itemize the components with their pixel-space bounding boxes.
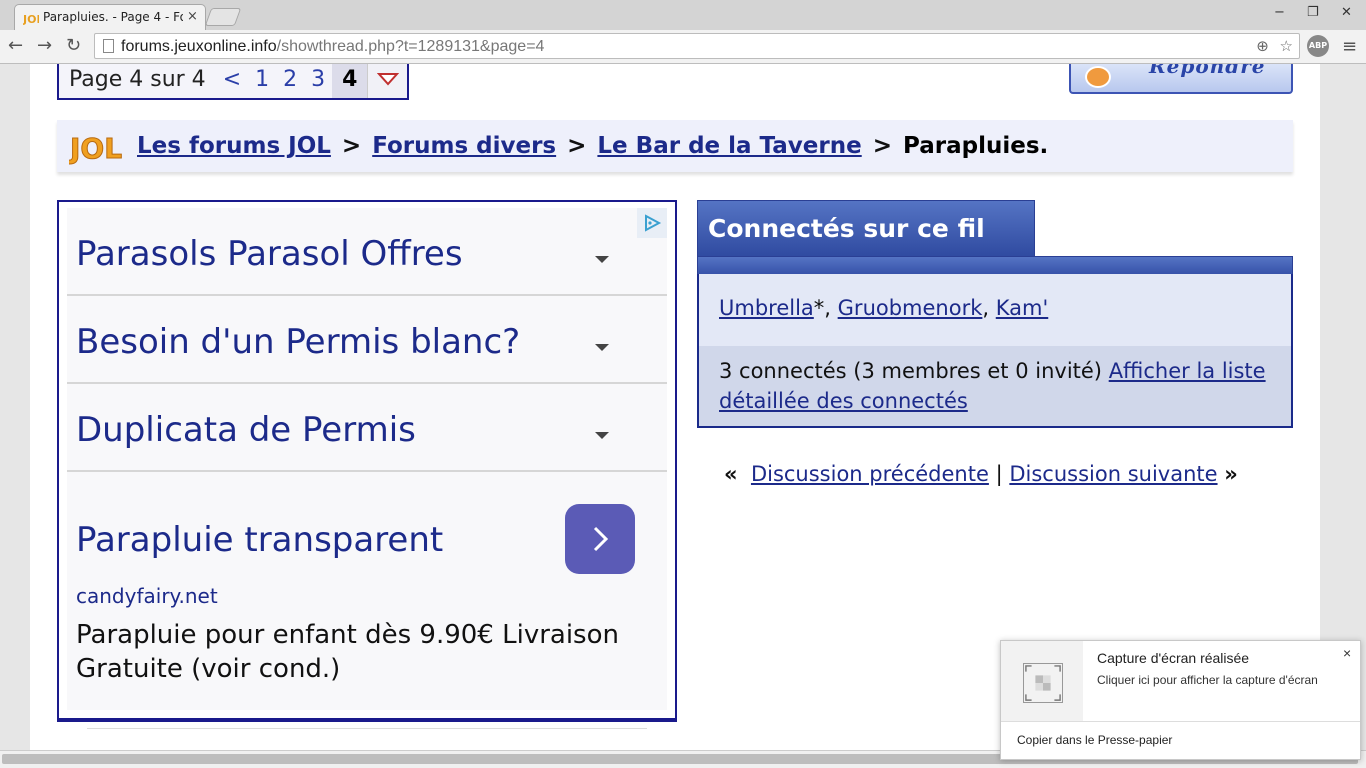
- ad-go-button[interactable]: [565, 504, 635, 574]
- screenshot-icon: [1023, 663, 1063, 703]
- pagination-page-2[interactable]: 2: [276, 64, 304, 98]
- ad-row-parasols[interactable]: Parasols Parasol Offres: [67, 208, 667, 296]
- reply-arrow-icon: [1085, 66, 1111, 88]
- breadcrumb-current: Parapluies.: [903, 133, 1049, 159]
- breadcrumb-forums-divers[interactable]: Forums divers: [372, 133, 556, 159]
- restore-icon[interactable]: ❐: [1307, 5, 1319, 20]
- svg-text:JOL: JOL: [69, 132, 122, 165]
- notification-title: Capture d'écran réalisée: [1097, 650, 1250, 666]
- online-user-link[interactable]: Umbrella: [719, 296, 814, 320]
- address-bar[interactable]: forums.jeuxonline.info/showthread.php?t=…: [94, 33, 1300, 59]
- ad-main-title[interactable]: Parapluie transparent: [76, 520, 443, 560]
- pagination: Page 4 sur 4 < 1 2 3 4: [57, 64, 410, 100]
- right-guillemet: »: [1224, 462, 1238, 486]
- online-panel-title: Connectés sur ce fil: [697, 200, 1035, 258]
- reply-button-label: Répondre: [1149, 64, 1266, 78]
- divider: [87, 728, 647, 729]
- online-panel-header-bar: [697, 256, 1293, 276]
- ad-content: Parasols Parasol Offres Besoin d'un Perm…: [67, 208, 667, 710]
- ad-row-permis-blanc[interactable]: Besoin d'un Permis blanc?: [67, 296, 667, 384]
- ad-description: Parapluie pour enfant dès 9.90€ Livraiso…: [76, 620, 619, 684]
- svg-text:JOL: JOL: [23, 13, 39, 25]
- user-suffix: *: [813, 296, 825, 320]
- chevron-right-icon: [593, 526, 609, 552]
- thread-navigation: « Discussion précédente | Discussion sui…: [724, 462, 1238, 486]
- screenshot-notification[interactable]: Capture d'écran réalisée Cliquer ici pou…: [1000, 640, 1361, 760]
- pagination-menu-arrow-icon[interactable]: [367, 64, 408, 98]
- caret-down-icon: [595, 256, 609, 263]
- next-thread-link[interactable]: Discussion suivante: [1009, 462, 1217, 486]
- window-close-icon[interactable]: ✕: [1341, 5, 1352, 20]
- breadcrumb-separator: >: [567, 133, 587, 159]
- url-path: /showthread.php?t=1289131&page=4: [276, 38, 545, 55]
- new-tab-button[interactable]: [204, 8, 242, 26]
- pagination-page-3[interactable]: 3: [304, 64, 332, 98]
- breadcrumb: JOL Les forums JOL > Forums divers > Le …: [57, 120, 1293, 172]
- ad-row-duplicata[interactable]: Duplicata de Permis: [67, 384, 667, 472]
- pagination-current-page: 4: [332, 64, 368, 98]
- ad-box: Parasols Parasol Offres Besoin d'un Perm…: [57, 200, 677, 722]
- tab-close-icon[interactable]: ×: [187, 9, 198, 24]
- pagination-label: Page 4 sur 4: [69, 66, 206, 92]
- caret-down-icon: [595, 344, 609, 351]
- thread-nav-divider: |: [995, 462, 1003, 486]
- notification-subtitle[interactable]: Cliquer ici pour afficher la capture d'é…: [1097, 673, 1318, 687]
- notification-close-icon[interactable]: ×: [1343, 645, 1351, 661]
- pagination-page-1[interactable]: 1: [248, 64, 276, 98]
- online-stats: 3 connectés (3 membres et 0 invité) Affi…: [699, 346, 1291, 426]
- online-panel-body: Umbrella*, Gruobmenork, Kam' 3 connectés…: [697, 274, 1293, 428]
- browser-menu-icon[interactable]: ≡: [1342, 36, 1357, 57]
- user-separator: ,: [824, 296, 838, 320]
- bookmark-star-icon[interactable]: ☆: [1280, 37, 1293, 55]
- breadcrumb-bar-taverne[interactable]: Le Bar de la Taverne: [597, 133, 861, 159]
- reload-icon[interactable]: ↻: [66, 35, 81, 56]
- forward-icon[interactable]: →: [37, 35, 52, 56]
- adblock-icon[interactable]: ABP: [1307, 35, 1329, 57]
- online-user-link[interactable]: Kam': [996, 296, 1049, 320]
- browser-tab[interactable]: JOL Parapluies. - Page 4 - For ×: [14, 4, 206, 30]
- copy-to-clipboard-button[interactable]: Copier dans le Presse-papier: [1017, 733, 1172, 747]
- previous-thread-link[interactable]: Discussion précédente: [751, 462, 989, 486]
- minimize-icon[interactable]: −: [1274, 5, 1285, 20]
- ad-domain[interactable]: candyfairy.net: [76, 584, 218, 608]
- ad-row-label: Parasols Parasol Offres: [76, 234, 463, 274]
- breadcrumb-separator: >: [872, 133, 892, 159]
- zoom-icon[interactable]: ⊕: [1256, 37, 1269, 55]
- page-icon: [103, 39, 114, 53]
- user-separator: ,: [982, 296, 996, 320]
- breadcrumb-separator: >: [341, 133, 362, 159]
- tab-strip: JOL Parapluies. - Page 4 - For × − ❐ ✕: [0, 0, 1366, 30]
- notification-footer: Copier dans le Presse-papier: [1001, 721, 1360, 760]
- browser-toolbar: ← → ↻ forums.jeuxonline.info/showthread.…: [0, 30, 1366, 64]
- pagination-prev[interactable]: <: [216, 64, 248, 98]
- ad-row-label: Duplicata de Permis: [76, 410, 416, 450]
- reply-button[interactable]: Répondre: [1069, 64, 1293, 94]
- caret-down-icon: [595, 432, 609, 439]
- online-users-panel: Connectés sur ce fil Umbrella*, Gruobmen…: [697, 200, 1293, 428]
- url-text[interactable]: forums.jeuxonline.info/showthread.php?t=…: [121, 38, 544, 56]
- online-user-list: Umbrella*, Gruobmenork, Kam': [699, 274, 1291, 346]
- jol-favicon-icon: JOL: [23, 13, 39, 25]
- ad-row-label: Besoin d'un Permis blanc?: [76, 322, 521, 362]
- online-stats-text: 3 connectés (3 membres et 0 invité): [719, 359, 1109, 383]
- breadcrumb-forums-jol[interactable]: Les forums JOL: [137, 133, 331, 159]
- jol-logo-icon: JOL: [69, 132, 123, 166]
- notification-icon-area: [1001, 641, 1083, 721]
- online-user-link[interactable]: Gruobmenork: [838, 296, 983, 320]
- tab-title: Parapluies. - Page 4 - For: [43, 10, 183, 24]
- url-host: forums.jeuxonline.info: [121, 38, 277, 55]
- left-guillemet: «: [724, 462, 738, 486]
- back-icon[interactable]: ←: [8, 35, 23, 56]
